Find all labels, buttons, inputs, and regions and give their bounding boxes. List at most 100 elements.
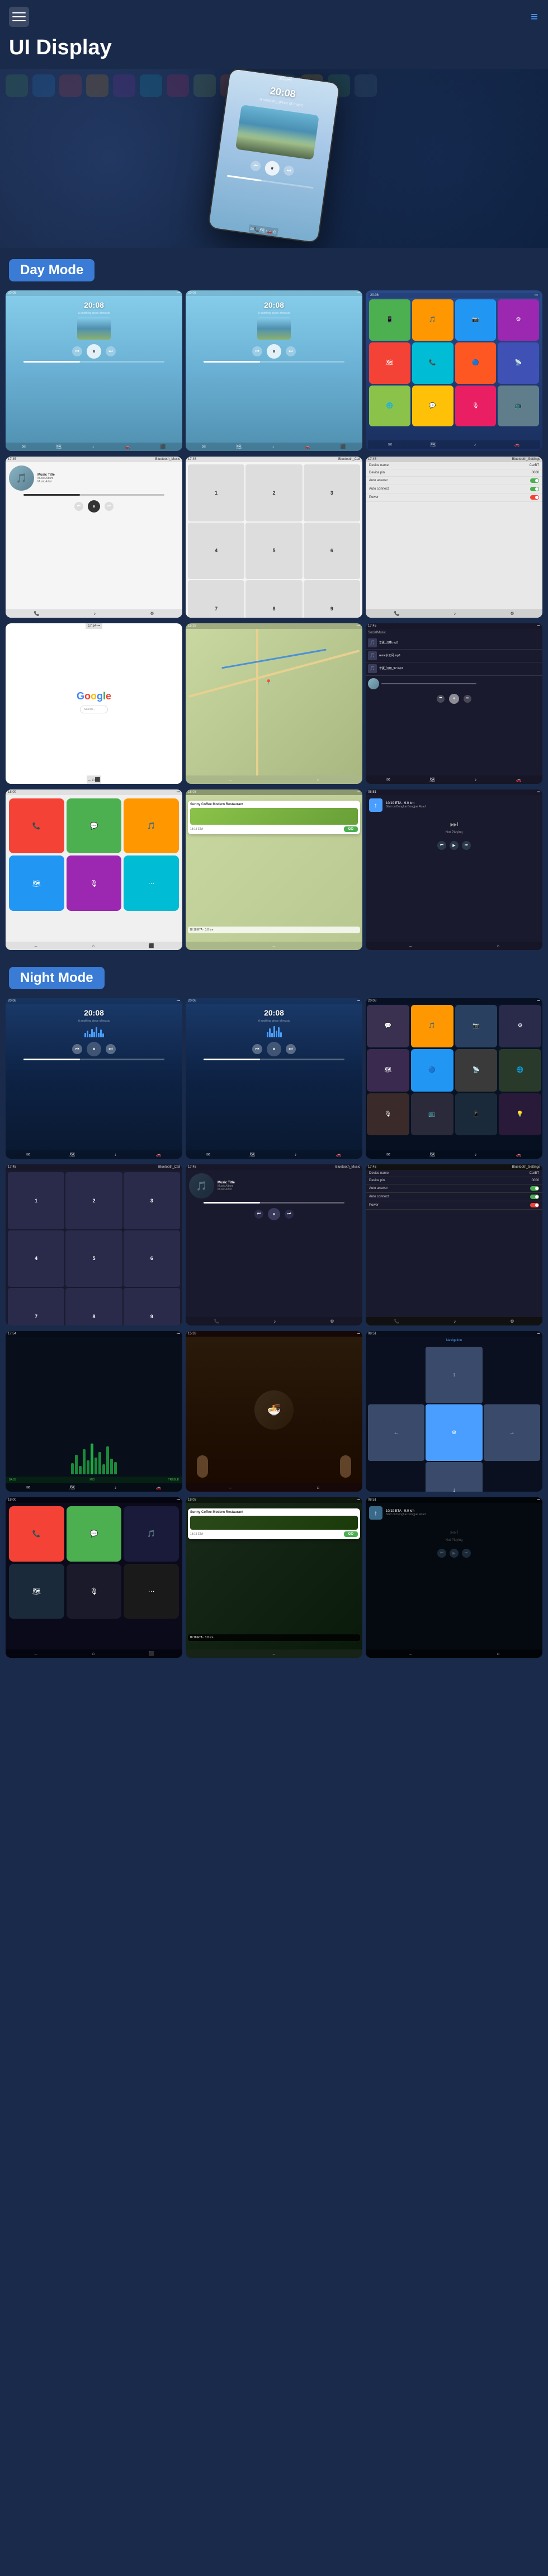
night-carplay-more-app[interactable]: ⋯	[124, 1564, 179, 1619]
ml-auto-icon[interactable]: 🚗	[516, 777, 522, 782]
carplay-more-app[interactable]: ⋯	[124, 855, 179, 911]
bt-settings-settings-icon[interactable]: ⚙	[510, 611, 514, 616]
app-icon-12[interactable]: 📺	[498, 386, 539, 427]
night-music-icon-1[interactable]: ♪	[115, 1152, 117, 1157]
poi-go-btn[interactable]: GO	[344, 826, 358, 832]
music-list-item-2[interactable]: 🎵 reme水云间.mp3	[366, 650, 542, 662]
carplay-home-icon[interactable]: ⌂	[92, 943, 95, 948]
night-map-poi-back-icon[interactable]: ←	[272, 1651, 276, 1656]
night-next-btn-2[interactable]: ⏭	[286, 1044, 296, 1054]
email-icon-apps[interactable]: ✉	[388, 442, 392, 447]
menu-icon[interactable]	[9, 7, 29, 27]
next-btn-2[interactable]: ⏭	[286, 346, 296, 356]
auto-answer-toggle[interactable]	[530, 478, 539, 483]
night-prev-btn-1[interactable]: ⏮	[72, 1044, 82, 1054]
play-btn-1[interactable]: ⏸	[87, 344, 101, 359]
night-email-icon-1[interactable]: ✉	[26, 1152, 30, 1157]
settings-icon[interactable]: ⚙	[272, 229, 277, 235]
carplay-podcast-app[interactable]: 🎙	[67, 855, 122, 911]
carplay-phone-app[interactable]: 📞	[9, 798, 64, 854]
night-key-8[interactable]: 8	[65, 1288, 122, 1325]
bt-play-btn[interactable]: ⏸	[88, 500, 100, 513]
bt-music-music-icon[interactable]: ♪	[93, 611, 96, 616]
app-icon-2[interactable]: 🎵	[412, 299, 453, 341]
night-app-11[interactable]: 📱	[455, 1093, 498, 1136]
night-play-btn-2[interactable]: ⏸	[267, 1042, 281, 1056]
night-carplay-apps-icon[interactable]: ⬛	[149, 1651, 154, 1656]
night-bt-music-settings-icon[interactable]: ⚙	[330, 1319, 334, 1324]
apps-icon-2[interactable]: ⬛	[341, 444, 346, 449]
night-play-btn-1[interactable]: ⏸	[87, 1042, 101, 1056]
night-app-5[interactable]: 🗺	[367, 1049, 409, 1092]
night-app-8[interactable]: 🌐	[499, 1049, 541, 1092]
night-auto-answer-toggle[interactable]	[530, 1186, 539, 1191]
ml-music-icon[interactable]: ♪	[475, 777, 477, 782]
progress-1[interactable]	[23, 361, 165, 363]
night-nav-next-btn[interactable]: ⏭	[462, 1549, 471, 1558]
key-3[interactable]: 3	[304, 464, 360, 521]
apps-icon-1[interactable]: ⬛	[160, 444, 166, 449]
night-settings-auto-connect-row[interactable]: Auto connect	[366, 1193, 542, 1201]
night-bt-settings-phone-icon[interactable]: 📞	[394, 1319, 399, 1324]
auto-icon-2[interactable]: 🚗	[305, 444, 310, 449]
night-carplay-music-app[interactable]: 🎵	[124, 1506, 179, 1562]
nav-play-btn[interactable]: ▶	[450, 841, 459, 850]
nav-left-btn[interactable]: ←	[368, 1404, 424, 1461]
night-key-5[interactable]: 5	[65, 1230, 122, 1287]
ml-prev-btn[interactable]: ⏮	[437, 695, 445, 703]
next-button[interactable]: ⏭	[283, 165, 294, 176]
ml-nav-icon[interactable]: 🗺	[429, 777, 435, 782]
night-carplay-home-icon[interactable]: ⌂	[92, 1651, 95, 1656]
google-search-bar[interactable]: Search...	[80, 706, 108, 713]
settings-auto-connect-row[interactable]: Auto connect	[366, 485, 542, 493]
nav-next-btn[interactable]: ⏭	[462, 841, 471, 850]
auto-icon-apps[interactable]: 🚗	[514, 442, 520, 447]
nav-turn-home-icon[interactable]: ⌂	[497, 943, 499, 948]
map-content[interactable]: 📍	[186, 629, 362, 775]
bt-next-btn[interactable]: ⏭	[105, 502, 114, 511]
night-app-7[interactable]: 📡	[455, 1049, 498, 1092]
nav-icon-apps[interactable]: 🗺	[430, 442, 436, 447]
prev-button[interactable]: ⏮	[250, 160, 261, 171]
music-icon-1[interactable]: ♪	[92, 444, 94, 449]
night-app-10[interactable]: 📺	[411, 1093, 453, 1136]
night-apps-music-icon[interactable]: ♪	[475, 1152, 477, 1157]
key-9[interactable]: 9	[304, 580, 360, 618]
night-carplay-messages-app[interactable]: 💬	[67, 1506, 122, 1562]
night-nav-turn-back-icon[interactable]: ←	[409, 1651, 413, 1656]
music-icon-apps[interactable]: ♪	[474, 442, 476, 447]
next-btn-1[interactable]: ⏭	[106, 346, 116, 356]
night-bt-settings-music-icon[interactable]: ♪	[453, 1319, 456, 1324]
nav-up-btn[interactable]: ↑	[426, 1347, 482, 1403]
bt-prev-btn[interactable]: ⏮	[74, 502, 83, 511]
app-icon-3[interactable]: 📷	[455, 299, 497, 341]
bt-settings-phone-icon[interactable]: 📞	[394, 611, 399, 616]
progress-2[interactable]	[204, 361, 345, 363]
power-toggle[interactable]	[530, 495, 539, 500]
night-photo-home-icon[interactable]: ⌂	[316, 1485, 319, 1490]
night-progress-2[interactable]	[204, 1059, 345, 1060]
night-carplay-phone-app[interactable]: 📞	[9, 1506, 64, 1562]
google-back-icon[interactable]: ←	[88, 777, 92, 782]
key-4[interactable]: 4	[188, 523, 244, 579]
nav-center-btn[interactable]: ⊕	[426, 1404, 482, 1461]
night-key-6[interactable]: 6	[124, 1230, 180, 1287]
night-waveform-music-icon[interactable]: ♪	[115, 1485, 117, 1490]
carplay-maps-app[interactable]: 🗺	[9, 855, 64, 911]
night-key-7[interactable]: 7	[8, 1288, 64, 1325]
app-icon-6[interactable]: 📞	[412, 342, 453, 384]
night-carplay-maps-app[interactable]: 🗺	[9, 1564, 64, 1619]
carplay-apps-icon[interactable]: ⬛	[149, 943, 154, 948]
night-app-1[interactable]: 💬	[367, 1005, 409, 1047]
night-prev-btn-2[interactable]: ⏮	[252, 1044, 262, 1054]
app-icon-7[interactable]: 🔵	[455, 342, 497, 384]
auto-connect-toggle[interactable]	[530, 487, 539, 491]
night-app-4[interactable]: ⚙	[499, 1005, 541, 1047]
night-key-9[interactable]: 9	[124, 1288, 180, 1325]
night-settings-power-row[interactable]: Power	[366, 1201, 542, 1210]
ml-play-btn[interactable]: ⏸	[449, 694, 459, 704]
bt-music-phone-icon[interactable]: 📞	[34, 611, 39, 616]
night-email-icon-2[interactable]: ✉	[206, 1152, 210, 1157]
night-apps-email-icon[interactable]: ✉	[386, 1152, 390, 1157]
key-6[interactable]: 6	[304, 523, 360, 579]
